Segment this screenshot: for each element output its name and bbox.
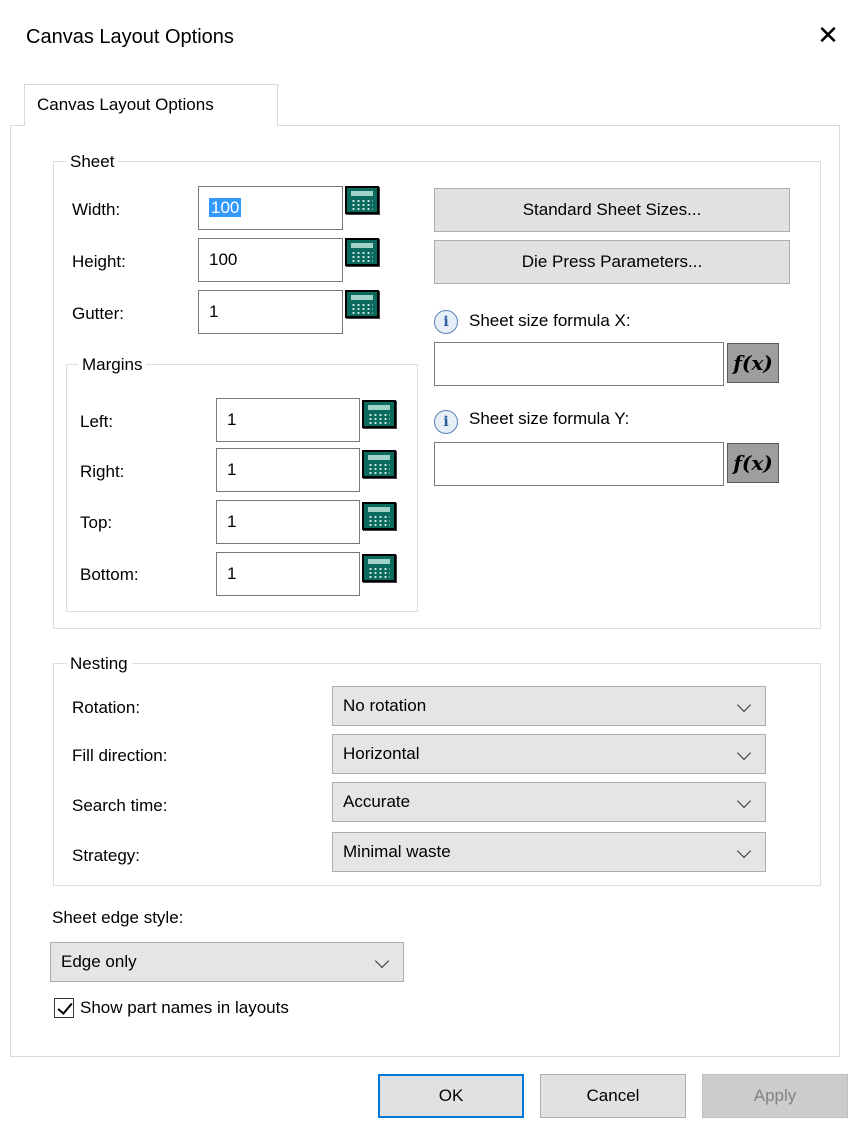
strategy-label: Strategy: [72, 846, 141, 865]
chevron-down-icon [736, 843, 752, 859]
nesting-legend: Nesting [66, 654, 132, 674]
search-time-label: Search time: [72, 796, 168, 815]
formula-x-field[interactable] [434, 342, 724, 386]
chevron-down-icon [736, 745, 752, 761]
calculator-icon[interactable] [345, 290, 379, 318]
calculator-icon[interactable] [362, 502, 396, 530]
fill-direction-label: Fill direction: [72, 746, 168, 765]
gutter-field[interactable]: 1 [198, 290, 343, 334]
edge-style-label: Sheet edge style: [52, 908, 184, 927]
formula-y-label: Sheet size formula Y: [469, 409, 630, 428]
rotation-label: Rotation: [72, 698, 141, 717]
calculator-icon[interactable] [362, 554, 396, 582]
chevron-down-icon [374, 953, 390, 969]
strategy-dropdown[interactable]: Minimal waste [332, 832, 766, 872]
margin-left-field[interactable]: 1 [216, 398, 360, 442]
chevron-down-icon [736, 697, 752, 713]
width-label: Width: [72, 200, 121, 219]
gutter-label: Gutter: [72, 304, 124, 323]
margins-legend: Margins [78, 355, 147, 375]
function-icon[interactable]: f(x) [727, 343, 779, 383]
close-icon[interactable]: ✕ [813, 20, 843, 50]
fill-direction-value: Horizontal [343, 744, 420, 763]
edge-style-dropdown[interactable]: Edge only [50, 942, 404, 982]
width-field[interactable]: 100 [198, 186, 343, 230]
standard-sheet-sizes-button[interactable]: Standard Sheet Sizes... [434, 188, 790, 232]
rotation-value: No rotation [343, 696, 427, 715]
margin-bottom-label: Bottom: [80, 565, 139, 584]
search-time-dropdown[interactable]: Accurate [332, 782, 766, 822]
dialog-title: Canvas Layout Options [26, 26, 234, 48]
tab-canvas-layout-options[interactable]: Canvas Layout Options [24, 84, 278, 126]
strategy-value: Minimal waste [343, 842, 451, 861]
info-icon: i [434, 410, 458, 434]
margin-left-label: Left: [80, 412, 114, 431]
width-value: 100 [209, 198, 242, 217]
cancel-button[interactable]: Cancel [540, 1074, 686, 1118]
margin-right-field[interactable]: 1 [216, 448, 360, 492]
chevron-down-icon [736, 793, 752, 809]
show-part-names-label[interactable]: Show part names in layouts [80, 996, 289, 1020]
die-press-parameters-button[interactable]: Die Press Parameters... [434, 240, 790, 284]
rotation-dropdown[interactable]: No rotation [332, 686, 766, 726]
apply-button: Apply [702, 1074, 848, 1118]
fill-direction-dropdown[interactable]: Horizontal [332, 734, 766, 774]
margin-bottom-field[interactable]: 1 [216, 552, 360, 596]
height-label: Height: [72, 252, 126, 271]
sheet-legend: Sheet [66, 152, 119, 172]
margin-top-label: Top: [80, 513, 113, 532]
edge-style-value: Edge only [61, 952, 137, 971]
formula-x-label: Sheet size formula X: [469, 311, 631, 330]
function-icon[interactable]: f(x) [727, 443, 779, 483]
show-part-names-checkbox[interactable] [54, 998, 74, 1018]
formula-y-field[interactable] [434, 442, 724, 486]
calculator-icon[interactable] [345, 238, 379, 266]
height-field[interactable]: 100 [198, 238, 343, 282]
margin-right-label: Right: [80, 462, 125, 481]
search-time-value: Accurate [343, 792, 411, 811]
margin-top-field[interactable]: 1 [216, 500, 360, 544]
calculator-icon[interactable] [345, 186, 379, 214]
info-icon: i [434, 310, 458, 334]
calculator-icon[interactable] [362, 400, 396, 428]
ok-button[interactable]: OK [378, 1074, 524, 1118]
calculator-icon[interactable] [362, 450, 396, 478]
